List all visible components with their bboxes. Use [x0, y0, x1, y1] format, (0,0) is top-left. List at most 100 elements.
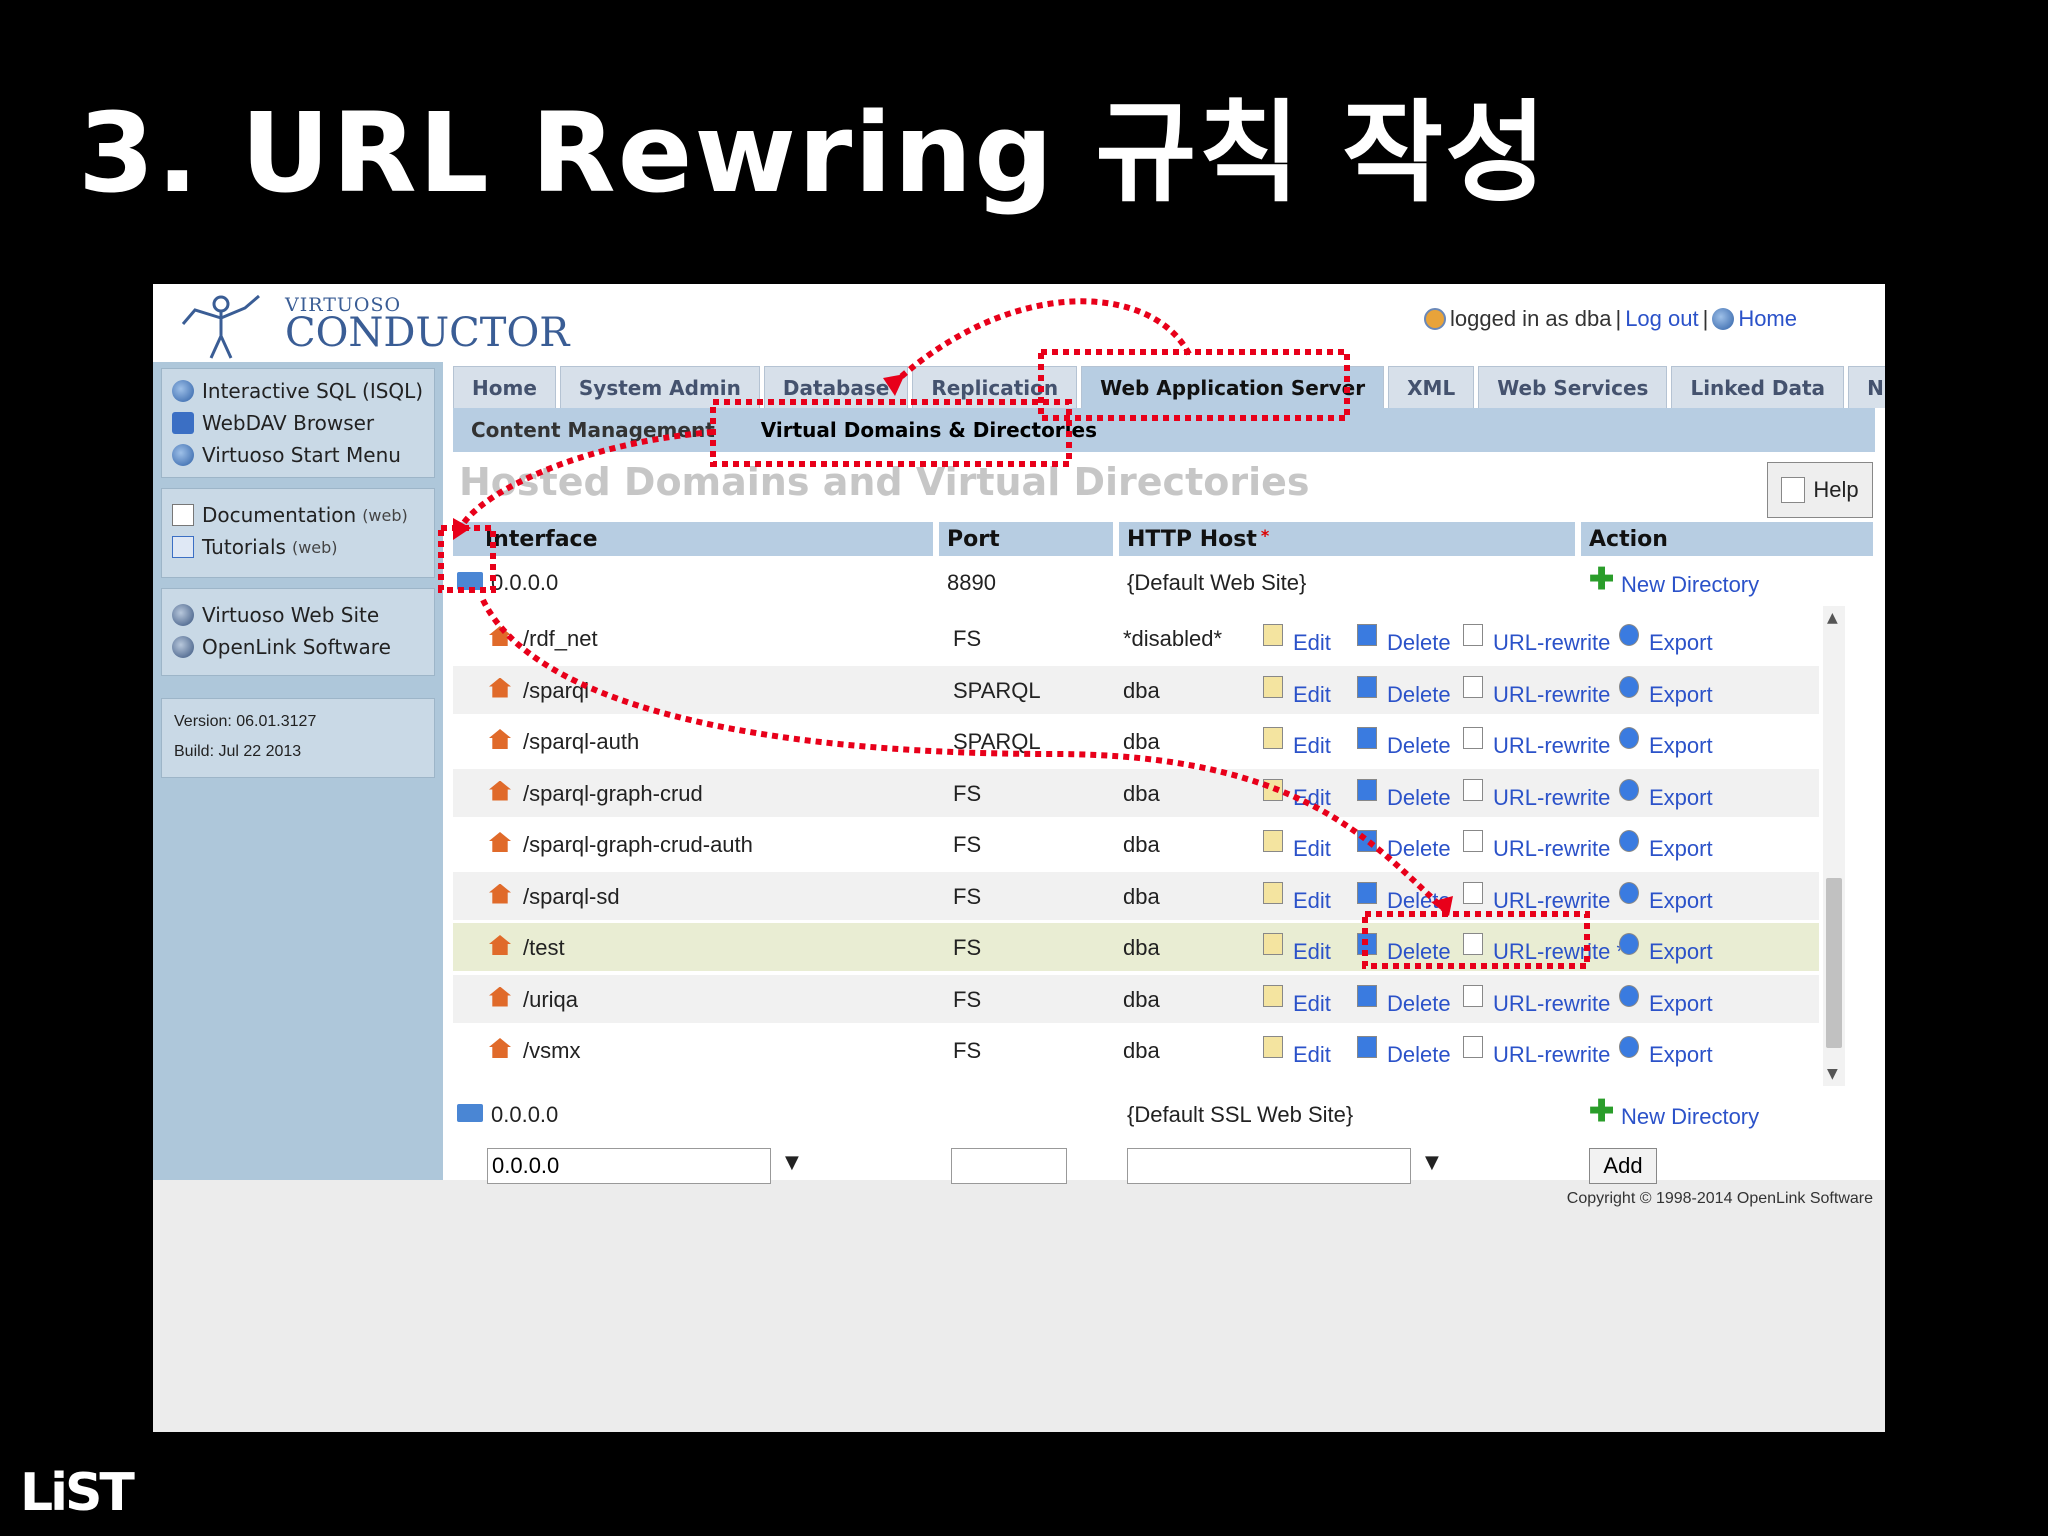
- interface-dropdown-arrow[interactable]: ▼: [785, 1152, 799, 1173]
- export-icon[interactable]: [1619, 933, 1639, 955]
- export-icon[interactable]: [1619, 1036, 1639, 1058]
- help-button[interactable]: Help: [1767, 462, 1873, 518]
- url-rewrite-icon[interactable]: [1463, 984, 1483, 1007]
- url-rewrite-icon[interactable]: [1463, 933, 1483, 955]
- delete-link[interactable]: Delete: [1387, 888, 1451, 913]
- edit-link[interactable]: Edit: [1293, 785, 1331, 810]
- new-directory-link[interactable]: New Directory: [1621, 1104, 1759, 1130]
- url-rewrite-icon[interactable]: [1463, 727, 1483, 749]
- sidebar-item-virtuoso-site[interactable]: Virtuoso Web Site: [162, 599, 434, 631]
- tab-system-admin[interactable]: System Admin: [559, 366, 760, 408]
- sidebar-item-documentation[interactable]: Documentation (web): [162, 499, 434, 531]
- delete-link[interactable]: Delete: [1387, 1042, 1451, 1067]
- url-rewrite-link[interactable]: URL-rewrite: [1493, 785, 1610, 810]
- tab-nntp[interactable]: NNTP: [1848, 366, 1885, 408]
- export-icon[interactable]: [1619, 624, 1639, 646]
- url-rewrite-link[interactable]: URL-rewrite: [1493, 836, 1610, 861]
- export-icon[interactable]: [1619, 675, 1639, 698]
- export-link[interactable]: Export: [1649, 836, 1713, 861]
- home-link[interactable]: Home: [1738, 306, 1797, 332]
- interface-input[interactable]: [487, 1148, 771, 1184]
- delete-link[interactable]: Delete: [1387, 630, 1451, 655]
- export-icon[interactable]: [1619, 984, 1639, 1007]
- delete-icon[interactable]: [1357, 778, 1377, 801]
- port-input[interactable]: [951, 1148, 1067, 1184]
- url-rewrite-link[interactable]: URL-rewrite: [1493, 991, 1610, 1016]
- export-icon[interactable]: [1619, 727, 1639, 749]
- export-link[interactable]: Export: [1649, 630, 1713, 655]
- delete-icon[interactable]: [1357, 933, 1377, 955]
- delete-icon[interactable]: [1357, 830, 1377, 852]
- url-rewrite-icon[interactable]: [1463, 830, 1483, 852]
- sidebar-item-start-menu[interactable]: Virtuoso Start Menu: [162, 439, 434, 471]
- edit-icon[interactable]: [1263, 933, 1283, 955]
- scroll-thumb[interactable]: [1826, 878, 1842, 1048]
- delete-link[interactable]: Delete: [1387, 939, 1451, 964]
- tab-replication[interactable]: Replication: [912, 366, 1078, 408]
- url-rewrite-link[interactable]: URL-rewrite: [1493, 888, 1610, 913]
- delete-icon[interactable]: [1357, 881, 1377, 904]
- edit-icon[interactable]: [1263, 984, 1283, 1007]
- delete-icon[interactable]: [1357, 1036, 1377, 1058]
- folder-open-icon[interactable]: [457, 572, 483, 590]
- edit-link[interactable]: Edit: [1293, 682, 1331, 707]
- url-rewrite-icon[interactable]: [1463, 1036, 1483, 1058]
- export-link[interactable]: Export: [1649, 733, 1713, 758]
- delete-link[interactable]: Delete: [1387, 682, 1451, 707]
- edit-icon[interactable]: [1263, 778, 1283, 801]
- edit-icon[interactable]: [1263, 727, 1283, 749]
- sidebar-item-webdav[interactable]: WebDAV Browser: [162, 407, 434, 439]
- sidebar-item-openlink[interactable]: OpenLink Software: [162, 631, 434, 663]
- host-input[interactable]: [1127, 1148, 1411, 1184]
- tab-xml[interactable]: XML: [1388, 366, 1475, 408]
- url-rewrite-icon[interactable]: [1463, 778, 1483, 801]
- export-icon[interactable]: [1619, 778, 1639, 801]
- sidebar-item-tutorials[interactable]: Tutorials (web): [162, 531, 434, 563]
- add-button[interactable]: Add: [1589, 1148, 1657, 1184]
- sidebar-item-isql[interactable]: Interactive SQL (ISQL): [162, 375, 434, 407]
- url-rewrite-icon[interactable]: [1463, 881, 1483, 904]
- export-link[interactable]: Export: [1649, 991, 1713, 1016]
- tab-home[interactable]: Home: [453, 366, 556, 408]
- export-icon[interactable]: [1619, 881, 1639, 904]
- url-rewrite-icon[interactable]: [1463, 624, 1483, 646]
- edit-link[interactable]: Edit: [1293, 836, 1331, 861]
- url-rewrite-icon[interactable]: [1463, 675, 1483, 698]
- edit-icon[interactable]: [1263, 624, 1283, 646]
- url-rewrite-link[interactable]: URL-rewrite: [1493, 1042, 1610, 1067]
- folder-icon[interactable]: [457, 1104, 483, 1122]
- delete-icon[interactable]: [1357, 624, 1377, 646]
- delete-link[interactable]: Delete: [1387, 785, 1451, 810]
- export-icon[interactable]: [1619, 830, 1639, 852]
- delete-link[interactable]: Delete: [1387, 991, 1451, 1016]
- export-link[interactable]: Export: [1649, 1042, 1713, 1067]
- list-scrollbar[interactable]: ▲ ▼: [1823, 606, 1845, 1086]
- tab-database[interactable]: Database: [763, 366, 909, 408]
- tab-web-services[interactable]: Web Services: [1478, 366, 1668, 408]
- edit-link[interactable]: Edit: [1293, 630, 1331, 655]
- url-rewrite-link[interactable]: URL-rewrite: [1493, 733, 1610, 758]
- delete-link[interactable]: Delete: [1387, 836, 1451, 861]
- delete-icon[interactable]: [1357, 984, 1377, 1007]
- edit-icon[interactable]: [1263, 1036, 1283, 1058]
- delete-link[interactable]: Delete: [1387, 733, 1451, 758]
- edit-link[interactable]: Edit: [1293, 991, 1331, 1016]
- url-rewrite-link[interactable]: URL-rewrite *: [1493, 939, 1625, 964]
- delete-icon[interactable]: [1357, 675, 1377, 698]
- logout-link[interactable]: Log out: [1625, 306, 1698, 332]
- scroll-down-arrow[interactable]: ▼: [1827, 1066, 1838, 1082]
- export-link[interactable]: Export: [1649, 939, 1713, 964]
- edit-icon[interactable]: [1263, 675, 1283, 698]
- edit-link[interactable]: Edit: [1293, 733, 1331, 758]
- host-dropdown-arrow[interactable]: ▼: [1425, 1152, 1439, 1173]
- edit-link[interactable]: Edit: [1293, 888, 1331, 913]
- edit-icon[interactable]: [1263, 881, 1283, 904]
- url-rewrite-link[interactable]: URL-rewrite: [1493, 630, 1610, 655]
- export-link[interactable]: Export: [1649, 682, 1713, 707]
- subtab-virtual-domains[interactable]: Virtual Domains & Directories: [743, 418, 1115, 442]
- tab-web-application-server[interactable]: Web Application Server: [1081, 366, 1385, 408]
- subtab-content-management[interactable]: Content Management: [453, 418, 733, 442]
- export-link[interactable]: Export: [1649, 785, 1713, 810]
- url-rewrite-link[interactable]: URL-rewrite: [1493, 682, 1610, 707]
- new-directory-link[interactable]: New Directory: [1621, 572, 1759, 598]
